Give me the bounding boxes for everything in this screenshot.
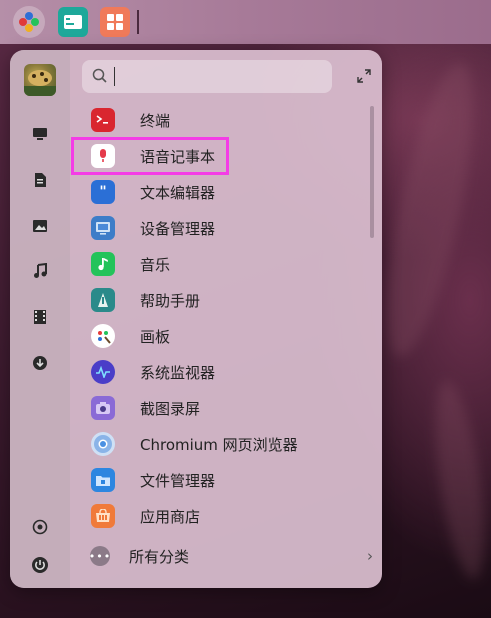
wallpaper-streak xyxy=(369,57,491,363)
device-manager-icon xyxy=(91,216,115,240)
taskbar-separator xyxy=(137,10,139,34)
search-input[interactable] xyxy=(114,67,115,86)
taskbar xyxy=(0,0,491,44)
app-store-icon xyxy=(91,504,115,528)
app-store-icon[interactable] xyxy=(100,7,130,37)
chromium-icon xyxy=(91,432,115,456)
music-app-icon xyxy=(91,252,115,276)
avatar[interactable] xyxy=(24,64,56,96)
system-monitor-icon xyxy=(91,360,115,384)
file-manager-icon xyxy=(91,468,115,492)
list-item[interactable]: 设备管理器 xyxy=(70,210,370,246)
list-item[interactable]: Chromium 网页浏览器 xyxy=(70,426,370,462)
list-item[interactable]: 音乐 xyxy=(70,246,370,282)
all-categories-button[interactable]: ••• 所有分类 › xyxy=(80,540,380,572)
list-item[interactable]: 系统监视器 xyxy=(70,354,370,390)
screenshot-icon xyxy=(91,396,115,420)
wallpaper-streak xyxy=(426,378,491,582)
chevron-right-icon: › xyxy=(367,547,373,565)
image-icon[interactable] xyxy=(29,215,51,237)
help-manual-icon xyxy=(91,288,115,312)
search-box[interactable] xyxy=(82,60,332,93)
more-icon: ••• xyxy=(89,546,110,566)
fullscreen-expand-icon[interactable] xyxy=(356,68,374,86)
list-item[interactable]: 截图录屏 xyxy=(70,390,370,426)
list-item[interactable]: 画板 xyxy=(70,318,370,354)
draw-icon xyxy=(91,324,115,348)
app-list: 终端 语音记事本 " 文本编辑器 设备管理器 音乐 帮助手册 画板 系统监视器 … xyxy=(70,102,370,534)
launcher-icon[interactable] xyxy=(13,6,45,38)
download-icon[interactable] xyxy=(29,352,51,374)
settings-icon[interactable] xyxy=(29,516,51,538)
voice-note-icon xyxy=(91,144,115,168)
scrollbar[interactable] xyxy=(370,106,374,238)
terminal-icon[interactable] xyxy=(58,7,88,37)
list-item[interactable]: 应用商店 xyxy=(70,498,370,534)
search-icon xyxy=(92,68,108,88)
list-item[interactable]: " 文本编辑器 xyxy=(70,174,370,210)
document-icon[interactable] xyxy=(29,169,51,191)
text-editor-icon: " xyxy=(91,180,115,204)
terminal-icon xyxy=(91,108,115,132)
power-icon[interactable] xyxy=(29,554,51,576)
list-item[interactable]: 文件管理器 xyxy=(70,462,370,498)
video-icon[interactable] xyxy=(29,306,51,328)
launcher-sidebar xyxy=(10,50,70,588)
music-icon[interactable] xyxy=(29,260,51,282)
list-item[interactable]: 帮助手册 xyxy=(70,282,370,318)
list-item[interactable]: 终端 xyxy=(70,102,370,138)
list-item[interactable]: 语音记事本 xyxy=(70,138,370,174)
all-categories-label: 所有分类 xyxy=(129,548,190,566)
computer-icon[interactable] xyxy=(29,123,51,145)
launcher-panel: 终端 语音记事本 " 文本编辑器 设备管理器 音乐 帮助手册 画板 系统监视器 … xyxy=(10,50,382,588)
